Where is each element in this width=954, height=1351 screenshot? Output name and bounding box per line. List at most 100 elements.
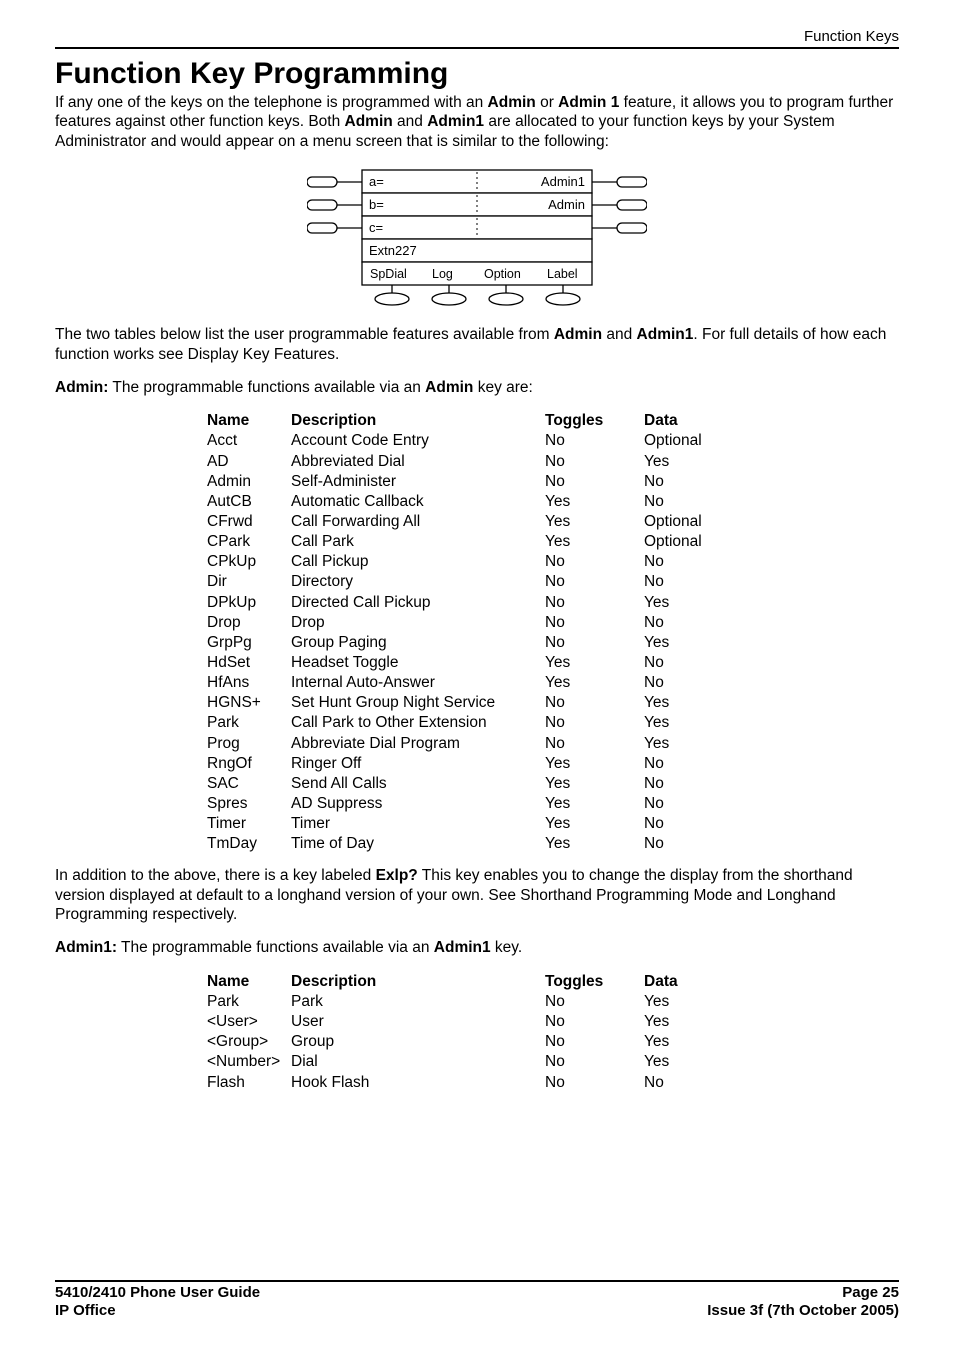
cell: AD: [205, 452, 289, 472]
table-row: ProgAbbreviate Dial ProgramNoYes: [205, 734, 716, 754]
cell: Yes: [642, 1012, 716, 1032]
cell: Yes: [642, 633, 716, 653]
cell: No: [642, 774, 716, 794]
table-row: AcctAccount Code EntryNoOptional: [205, 431, 716, 451]
cell: Yes: [642, 452, 716, 472]
diagram-softkey-4: Label: [547, 267, 578, 281]
cell: Call Forwarding All: [289, 512, 543, 532]
text: or: [536, 94, 558, 111]
footer-rule: [55, 1280, 899, 1282]
cell: No: [642, 572, 716, 592]
cell: No: [642, 492, 716, 512]
cell: Send All Calls: [289, 774, 543, 794]
cell: No: [642, 613, 716, 633]
cell: CPark: [205, 532, 289, 552]
header-rule: [55, 47, 899, 49]
cell: No: [642, 552, 716, 572]
table-row: RngOfRinger OffYesNo: [205, 754, 716, 774]
admin-heading: Admin: The programmable functions availa…: [55, 378, 899, 397]
table-row: AdminSelf-AdministerNoNo: [205, 472, 716, 492]
header-section: Function Keys: [55, 28, 899, 45]
cell: RngOf: [205, 754, 289, 774]
table-row: DPkUpDirected Call PickupNoYes: [205, 593, 716, 613]
cell: No: [543, 593, 642, 613]
diagram-row-a-right: Admin1: [541, 174, 585, 189]
cell: No: [642, 1073, 716, 1093]
diagram-row-c-left: c=: [369, 220, 383, 235]
table-row: SpresAD SuppressYesNo: [205, 794, 716, 814]
table-row: AutCBAutomatic CallbackYesNo: [205, 492, 716, 512]
cell: Yes: [642, 734, 716, 754]
cell: Group Paging: [289, 633, 543, 653]
table-row: ParkCall Park to Other ExtensionNoYes: [205, 713, 716, 733]
admin1-heading: Admin1: The programmable functions avail…: [55, 938, 899, 957]
cell: Timer: [289, 814, 543, 834]
cell: Ringer Off: [289, 754, 543, 774]
cell: No: [543, 452, 642, 472]
cell: Timer: [205, 814, 289, 834]
cell: No: [543, 992, 642, 1012]
cell: Spres: [205, 794, 289, 814]
cell: Yes: [543, 814, 642, 834]
admin-table: Name Description Toggles Data AcctAccoun…: [205, 411, 716, 854]
table-row: <Group>GroupNoYes: [205, 1032, 716, 1052]
text: key.: [491, 939, 523, 956]
cell: No: [543, 572, 642, 592]
text: key are:: [473, 379, 532, 396]
cell: Abbreviate Dial Program: [289, 734, 543, 754]
cell: DPkUp: [205, 593, 289, 613]
cell: Optional: [642, 512, 716, 532]
cell: No: [642, 754, 716, 774]
cell: User: [289, 1012, 543, 1032]
text: The programmable functions available via…: [108, 379, 425, 396]
cell: No: [642, 472, 716, 492]
th-desc: Description: [289, 411, 543, 431]
cell: Drop: [205, 613, 289, 633]
cell: Flash: [205, 1073, 289, 1093]
cell: Set Hunt Group Night Service: [289, 693, 543, 713]
th-toggles: Toggles: [543, 972, 642, 992]
text-bold: Admin: [554, 326, 602, 343]
table-row: ADAbbreviated DialNoYes: [205, 452, 716, 472]
cell: Self-Administer: [289, 472, 543, 492]
cell: No: [642, 673, 716, 693]
text-bold: Admin: [345, 113, 393, 130]
text-bold: Exlp?: [376, 867, 418, 884]
text: In addition to the above, there is a key…: [55, 867, 376, 884]
cell: Yes: [642, 593, 716, 613]
cell: Yes: [543, 532, 642, 552]
cell: CPkUp: [205, 552, 289, 572]
cell: HGNS+: [205, 693, 289, 713]
text-bold: Admin1: [434, 939, 491, 956]
cell: Account Code Entry: [289, 431, 543, 451]
table-row: <User>UserNoYes: [205, 1012, 716, 1032]
cell: Park: [205, 713, 289, 733]
table-row: HGNS+Set Hunt Group Night ServiceNoYes: [205, 693, 716, 713]
admin1-table: Name Description Toggles Data ParkParkNo…: [205, 972, 716, 1093]
footer-right-2: Issue 3f (7th October 2005): [707, 1302, 899, 1321]
cell: Park: [205, 992, 289, 1012]
cell: No: [543, 1073, 642, 1093]
cell: Yes: [642, 1052, 716, 1072]
cell: Optional: [642, 532, 716, 552]
text: and: [393, 113, 427, 130]
text: The two tables below list the user progr…: [55, 326, 554, 343]
cell: CFrwd: [205, 512, 289, 532]
footer-left-1: 5410/2410 Phone User Guide: [55, 1284, 260, 1303]
table-row: CPkUpCall PickupNoNo: [205, 552, 716, 572]
th-data: Data: [642, 411, 716, 431]
diagram-row-a-left: a=: [369, 174, 384, 189]
text-bold: Admin 1: [558, 94, 619, 111]
cell: <Group>: [205, 1032, 289, 1052]
cell: No: [642, 653, 716, 673]
cell: Internal Auto-Answer: [289, 673, 543, 693]
cell: Dial: [289, 1052, 543, 1072]
cell: Yes: [642, 1032, 716, 1052]
cell: Hook Flash: [289, 1073, 543, 1093]
phone-screen-diagram: a= Admin1 b= Admin c= Extn227 SpDial Log…: [307, 165, 647, 315]
footer-right-1: Page 25: [842, 1284, 899, 1303]
footer-left-2: IP Office: [55, 1302, 116, 1321]
cell: Yes: [543, 492, 642, 512]
cell: Prog: [205, 734, 289, 754]
paragraph-2: The two tables below list the user progr…: [55, 325, 899, 364]
